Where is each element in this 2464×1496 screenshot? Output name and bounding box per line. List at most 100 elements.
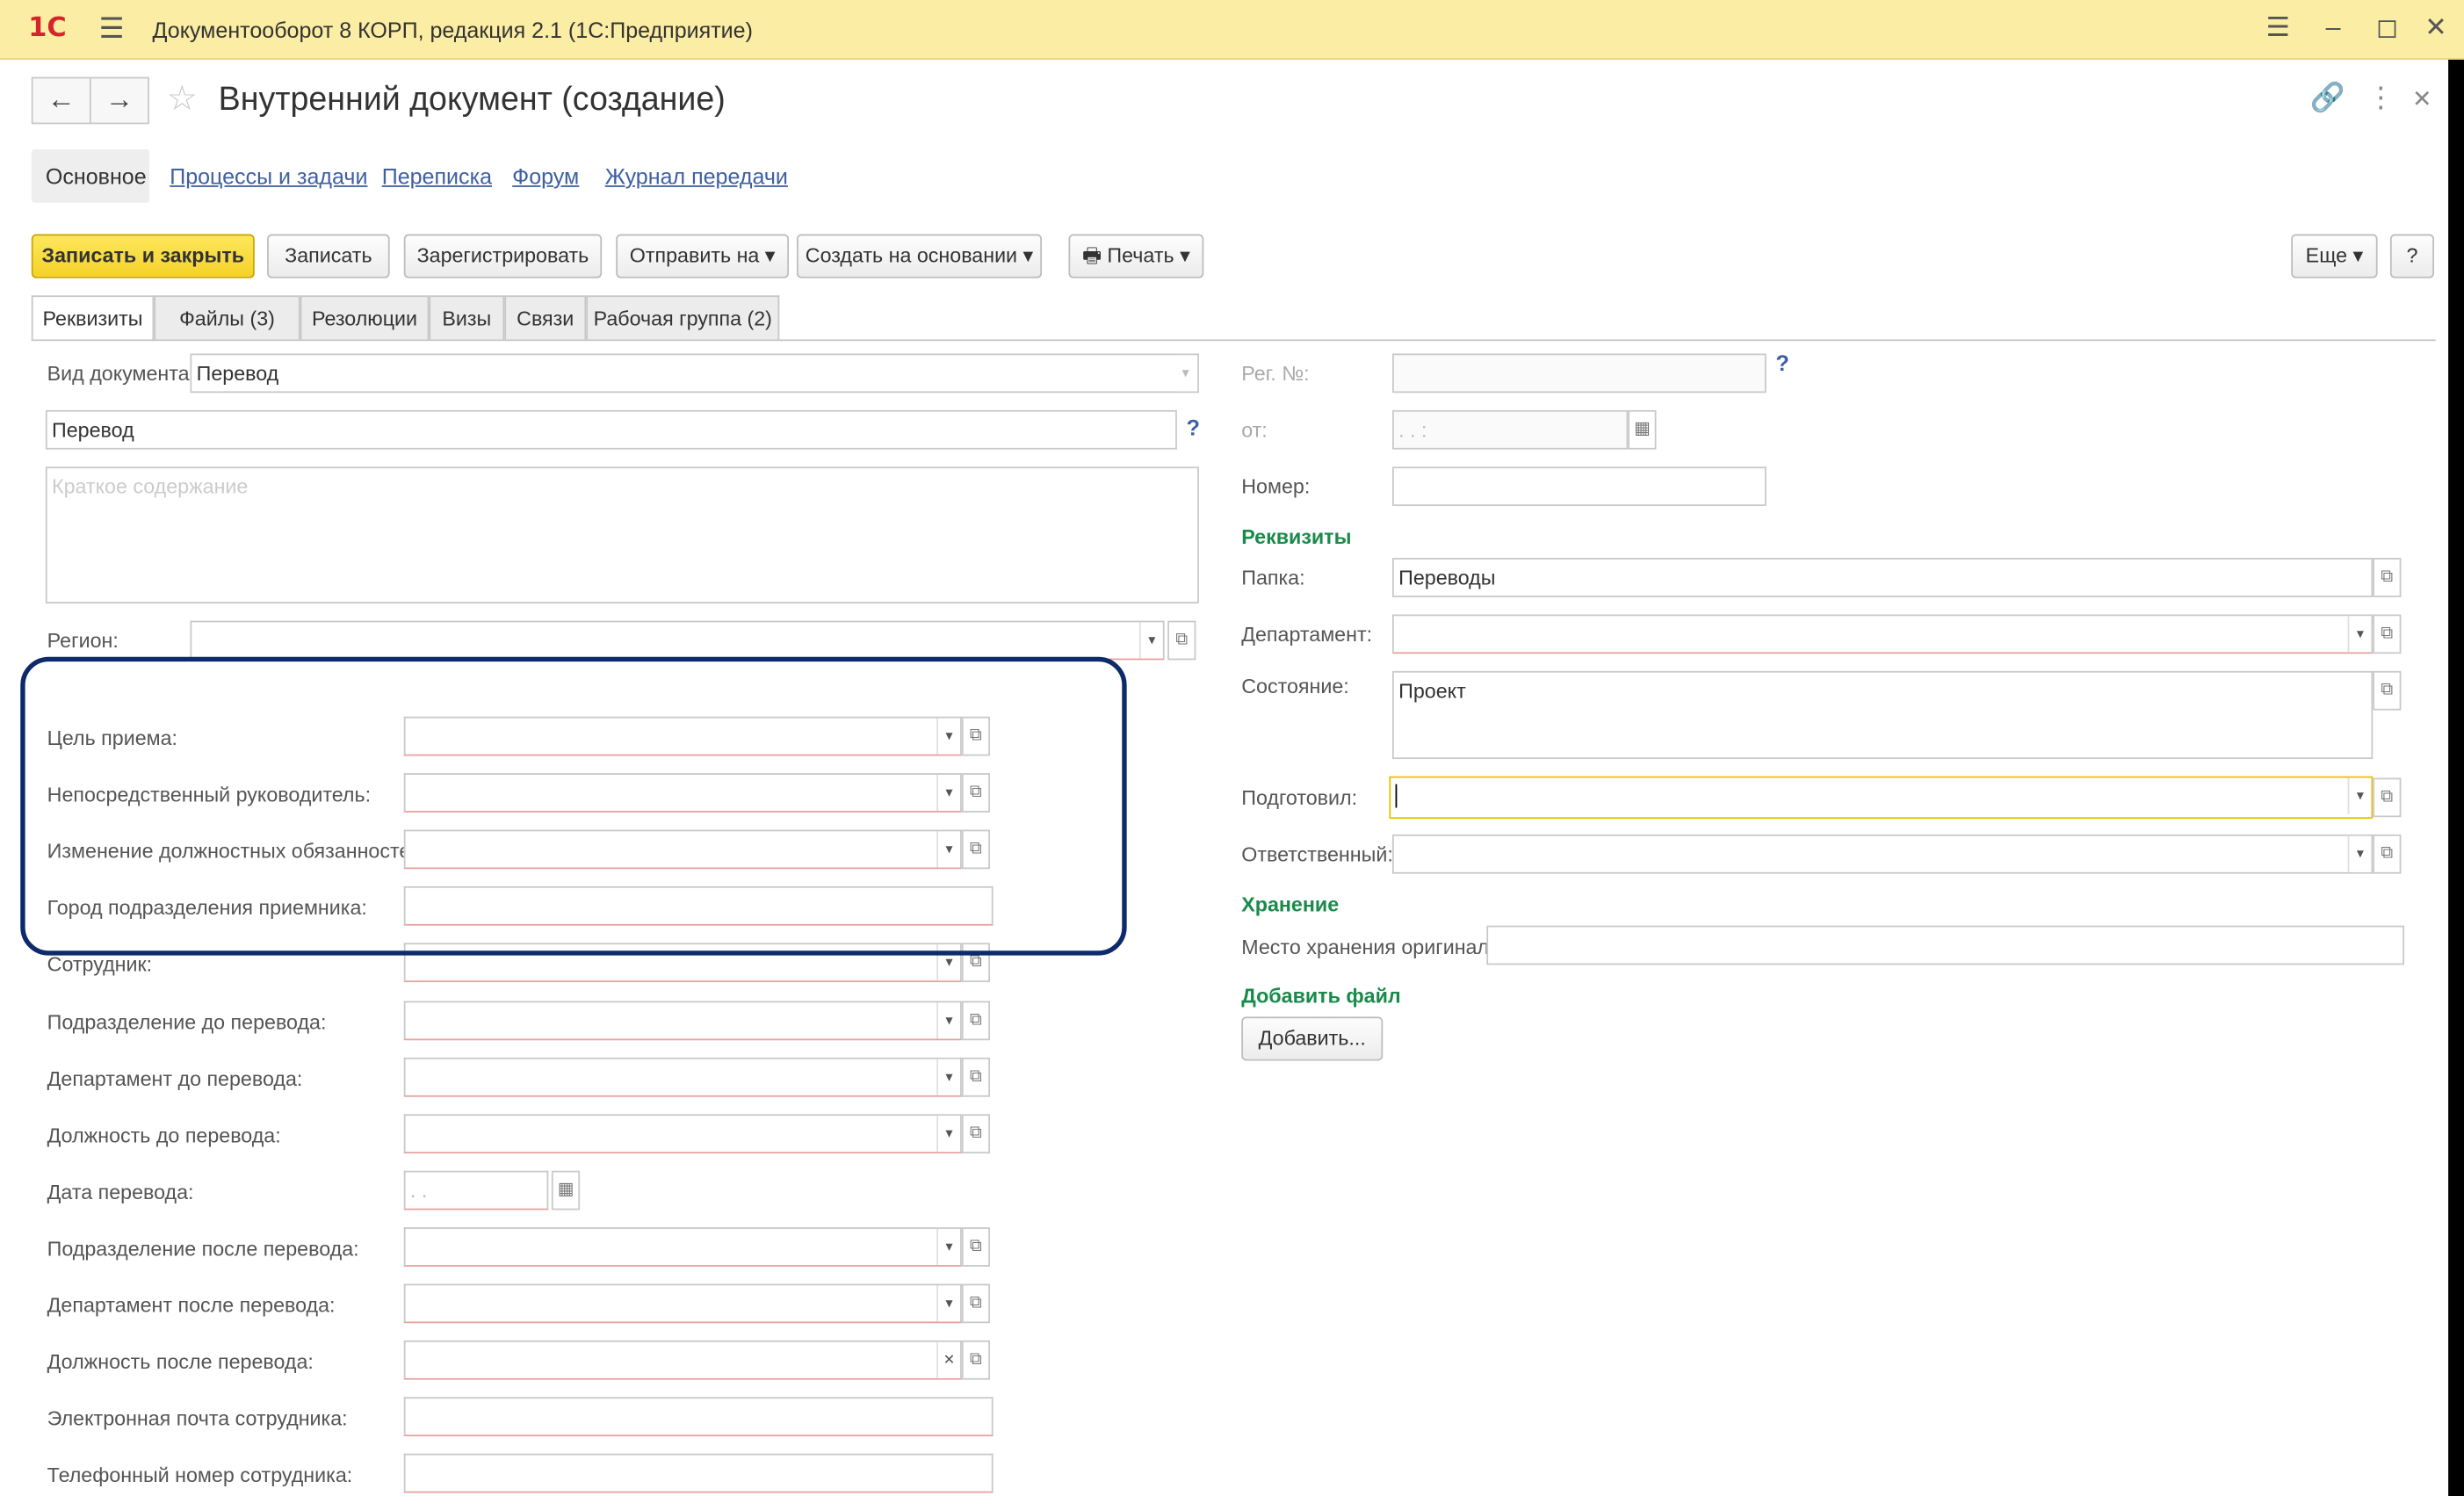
save-button[interactable]: Записать bbox=[267, 234, 390, 278]
minimize-icon[interactable]: – bbox=[2326, 12, 2341, 44]
left-field-10-input[interactable]: ▾ bbox=[403, 1283, 962, 1324]
open-icon[interactable]: ⧉ bbox=[961, 1114, 991, 1154]
app-logo: 1С bbox=[28, 12, 67, 45]
open-icon[interactable]: ⧉ bbox=[1167, 620, 1196, 661]
title-field[interactable]: Перевод bbox=[45, 409, 1177, 450]
responsible-field[interactable]: ▾ bbox=[1391, 834, 2374, 874]
region-field[interactable]: ▾ bbox=[190, 620, 1165, 661]
tab-correspondence[interactable]: Переписка bbox=[382, 163, 492, 189]
reg-no-field[interactable] bbox=[1391, 353, 1767, 394]
print-label: Печать bbox=[1107, 243, 1174, 268]
help-button[interactable]: ? bbox=[2389, 234, 2435, 278]
subtab-workgroup[interactable]: Рабочая группа (2) bbox=[586, 295, 780, 340]
prepared-label: Подготовил: bbox=[1241, 785, 1358, 810]
back-button[interactable]: ← bbox=[31, 76, 91, 125]
help-icon[interactable]: ? bbox=[1187, 415, 1200, 440]
subtab-links[interactable]: Связи bbox=[504, 295, 587, 340]
left-field-8-input[interactable]: . . bbox=[403, 1170, 549, 1211]
highlight-frame bbox=[20, 656, 1127, 956]
forward-button[interactable]: → bbox=[89, 76, 149, 125]
form-header: ← → ☆ Внутренний документ (создание) 🔗 ⋮… bbox=[0, 60, 2448, 146]
clear-icon[interactable]: ✕ bbox=[936, 1341, 961, 1378]
close-window-icon[interactable]: ✕ bbox=[2424, 12, 2446, 44]
responsible-label: Ответственный: bbox=[1241, 842, 1393, 866]
prepared-field[interactable]: ▾ bbox=[1389, 776, 2374, 820]
tab-main[interactable]: Основное bbox=[46, 163, 147, 189]
state-field[interactable]: Проект bbox=[1391, 670, 2374, 760]
subtab-visas[interactable]: Визы bbox=[429, 295, 505, 340]
summary-placeholder: Краткое содержание bbox=[52, 474, 249, 499]
department-field[interactable]: ▾ bbox=[1391, 614, 2374, 654]
chevron-down-icon[interactable]: ▾ bbox=[936, 1116, 961, 1153]
chevron-down-icon[interactable]: ▾ bbox=[2347, 616, 2372, 653]
left-field-12-input[interactable] bbox=[403, 1397, 994, 1437]
left-field-8-label: Дата перевода: bbox=[47, 1180, 194, 1204]
create-based-button[interactable]: Создать на основании ▾ bbox=[796, 234, 1043, 278]
register-button[interactable]: Зарегистрировать bbox=[403, 234, 603, 278]
favorite-star-icon[interactable]: ☆ bbox=[167, 78, 198, 119]
number-label: Номер: bbox=[1241, 474, 1311, 499]
left-field-11-input[interactable]: ✕ bbox=[403, 1340, 962, 1380]
page-title: Внутренний документ (создание) bbox=[218, 82, 726, 119]
more-label: Еще bbox=[2305, 243, 2348, 268]
open-icon[interactable]: ⧉ bbox=[961, 1340, 991, 1380]
storage-label: Место хранения оригинала: bbox=[1241, 935, 1507, 959]
open-icon[interactable]: ⧉ bbox=[2373, 558, 2402, 597]
region-label: Регион: bbox=[47, 628, 119, 653]
summary-field[interactable]: Краткое содержание bbox=[45, 466, 1199, 603]
open-icon[interactable]: ⧉ bbox=[2373, 614, 2402, 654]
doc-type-value: Перевод bbox=[196, 361, 279, 386]
close-form-icon[interactable]: ✕ bbox=[2412, 85, 2432, 112]
section-storage: Хранение bbox=[1241, 893, 1340, 916]
more-vert-icon[interactable]: ⋮ bbox=[2366, 82, 2395, 115]
tab-forum[interactable]: Форум bbox=[512, 163, 579, 189]
title-bar: 1С ☰ Документооборот 8 КОРП, редакция 2.… bbox=[0, 0, 2464, 60]
from-date-value: . . : bbox=[1398, 417, 1427, 442]
number-field[interactable] bbox=[1391, 466, 1767, 507]
tab-transfer-log[interactable]: Журнал передачи bbox=[605, 163, 788, 189]
right-edge bbox=[2448, 59, 2464, 1496]
help-icon[interactable]: ? bbox=[1775, 351, 1788, 376]
send-button[interactable]: Отправить на ▾ bbox=[616, 234, 790, 278]
left-field-7-input[interactable]: ▾ bbox=[403, 1114, 962, 1154]
subtab-files[interactable]: Файлы (3) bbox=[154, 295, 300, 340]
left-field-5-input[interactable]: ▾ bbox=[403, 1001, 962, 1041]
left-field-6-input[interactable]: ▾ bbox=[403, 1057, 962, 1097]
link-icon[interactable]: 🔗 bbox=[2310, 82, 2345, 115]
chevron-down-icon[interactable]: ▾ bbox=[936, 1002, 961, 1039]
create-based-label: Создать на основании bbox=[805, 243, 1018, 268]
tab-processes[interactable]: Процессы и задачи bbox=[170, 163, 367, 189]
chevron-down-icon[interactable]: ▾ bbox=[2347, 835, 2372, 872]
open-icon[interactable]: ⧉ bbox=[2373, 670, 2402, 711]
open-icon[interactable]: ⧉ bbox=[961, 1227, 991, 1267]
subtab-requisites[interactable]: Реквизиты bbox=[31, 295, 155, 342]
left-field-13-input[interactable] bbox=[403, 1453, 994, 1493]
chevron-down-icon[interactable]: ▾ bbox=[936, 1059, 961, 1095]
chevron-down-icon[interactable]: ▾ bbox=[1174, 355, 1198, 392]
print-button[interactable]: 🖶 Печать ▾ bbox=[1068, 234, 1204, 278]
menu-icon[interactable]: ☰ bbox=[99, 12, 125, 46]
calendar-icon[interactable]: ▦ bbox=[1628, 409, 1657, 450]
open-icon[interactable]: ⧉ bbox=[961, 1001, 991, 1041]
more-button[interactable]: Еще ▾ bbox=[2291, 234, 2378, 278]
settings-icon[interactable]: ☰ bbox=[2266, 12, 2290, 44]
left-field-9-input[interactable]: ▾ bbox=[403, 1227, 962, 1267]
subtab-resolutions[interactable]: Резолюции bbox=[300, 295, 430, 340]
add-file-button[interactable]: Добавить... bbox=[1241, 1016, 1384, 1061]
open-icon[interactable]: ⧉ bbox=[2373, 834, 2402, 874]
open-icon[interactable]: ⧉ bbox=[2373, 777, 2402, 818]
folder-field[interactable]: Переводы bbox=[1391, 558, 2374, 597]
open-icon[interactable]: ⧉ bbox=[961, 1057, 991, 1097]
save-close-button[interactable]: Записать и закрыть bbox=[31, 234, 255, 278]
text-cursor bbox=[1395, 784, 1398, 808]
from-date-field[interactable]: . . : bbox=[1391, 409, 1629, 450]
chevron-down-icon[interactable]: ▾ bbox=[936, 1285, 961, 1322]
doc-type-field[interactable]: Перевод ▾ bbox=[190, 353, 1199, 394]
chevron-down-icon[interactable]: ▾ bbox=[1138, 622, 1163, 659]
chevron-down-icon[interactable]: ▾ bbox=[936, 1228, 961, 1266]
restore-icon[interactable]: ◻ bbox=[2376, 12, 2398, 44]
chevron-down-icon[interactable]: ▾ bbox=[2347, 777, 2372, 814]
open-icon[interactable]: ⧉ bbox=[961, 1283, 991, 1324]
calendar-icon[interactable]: ▦ bbox=[551, 1170, 581, 1211]
storage-field[interactable] bbox=[1486, 925, 2405, 965]
